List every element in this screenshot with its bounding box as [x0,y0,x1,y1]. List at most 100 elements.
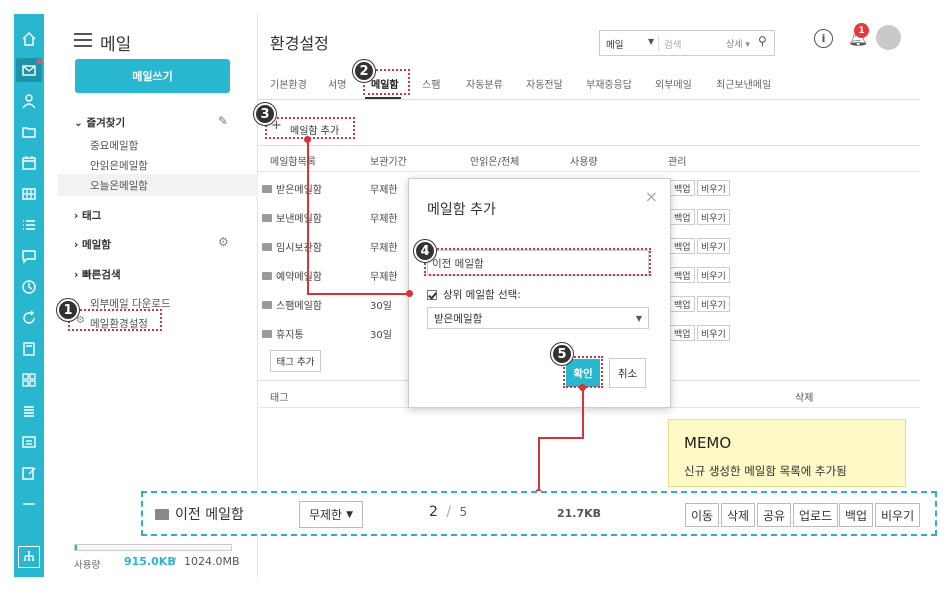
mailbox-period: 30일 [370,301,392,312]
write-mail-button[interactable]: 메일쓰기 [75,59,230,93]
toolbar-divider [258,145,920,146]
empty-button[interactable]: 비우기 [697,296,730,312]
delete-button[interactable]: 삭제 [721,503,756,527]
mailbox-name: 스팸메일함 [276,301,322,312]
edit-icon[interactable] [20,464,38,482]
backup-button[interactable]: 백업 [839,503,874,527]
mailbox-size: 21.7KB [557,507,602,520]
sidebar-item-today-highlight [58,174,258,196]
storage-total: 1024.0MB [184,555,240,568]
info-icon[interactable]: i [814,29,833,48]
count-separator: / [446,504,452,520]
backup-button[interactable]: 백업 [670,209,695,225]
memo-text: 신규 생성한 메일함 목록에 추가됨 [684,464,847,478]
sitemap-icon[interactable] [18,546,40,568]
pencil-icon[interactable]: ✎ [218,114,228,128]
step-badge-4: 4 [414,240,436,262]
share-button[interactable]: 공유 [757,503,792,527]
favorites-toggle[interactable]: ⌄ 즐겨찾기 [74,115,125,130]
empty-button[interactable]: 비우기 [697,209,730,225]
cancel-button[interactable]: 취소 [609,358,646,388]
upload-button[interactable]: 업로드 [793,503,839,527]
delete-column-header: 삭제 [795,393,814,404]
sidebar-item-today[interactable]: 오늘온메일함 [90,178,148,193]
sidebar-item-important[interactable]: 중요메일함 [90,138,138,153]
menu-icon[interactable] [74,33,92,47]
apps-icon[interactable] [20,371,38,389]
stack-icon[interactable] [20,402,38,420]
list-icon[interactable] [20,216,38,234]
tab-external-mail[interactable]: 외부메일 [655,76,692,91]
tab-basic[interactable]: 기본환경 [270,76,307,91]
storage-bar [74,544,232,551]
unread-total-count: 2 / 5 [429,504,467,520]
tab-signature[interactable]: 서명 [328,76,346,91]
backup-button[interactable]: 백업 [670,296,695,312]
mailbox-period: 무제한 [370,243,398,254]
home-icon[interactable] [20,30,38,48]
folder-icon [262,213,272,222]
search-bar: 메일 ▼ 검색 상세 ▾ ⚲ [599,30,775,56]
mailbox-toggle[interactable]: › 메일함 [74,237,111,252]
mailbox-name: 휴지통 [276,330,304,341]
close-icon[interactable]: × [645,187,658,206]
tag-column-header: 태그 [270,393,289,404]
tabs-divider [258,99,920,100]
mail-icon[interactable] [20,61,38,79]
tag-toggle[interactable]: › 태그 [74,208,101,223]
step-badge-2: 2 [353,60,375,82]
folder-icon[interactable] [20,123,38,141]
new-mailbox-name-cell: 이전 메일함 [155,504,244,524]
tab-away-reply[interactable]: 부재중응답 [586,76,632,91]
backup-button[interactable]: 백업 [670,325,695,341]
empty-button[interactable]: 비우기 [697,325,730,341]
grid-icon[interactable] [20,185,38,203]
tab-auto-sort[interactable]: 자동분류 [466,76,503,91]
col-header-usage: 사용량 [570,157,598,168]
col-header-mailbox: 메일함목록 [270,157,316,168]
search-input[interactable]: 검색 [664,37,681,51]
parent-mailbox-select[interactable]: 받은메일함 ▼ [427,307,649,329]
search-icon[interactable]: ⚲ [758,34,767,48]
connector-line [582,388,584,438]
backup-button[interactable]: 백업 [670,180,695,196]
sidebar-item-unread[interactable]: 안읽은메일함 [90,158,148,173]
folder-icon [262,271,272,280]
parent-mailbox-checkbox[interactable] [427,289,437,300]
calendar-icon[interactable] [20,154,38,172]
connector-dot [406,290,413,297]
storage-used: 915.0KB [124,555,176,568]
refresh-icon[interactable] [20,309,38,327]
empty-button[interactable]: 비우기 [697,238,730,254]
chevron-down-icon: ▼ [346,509,354,520]
move-button[interactable]: 이동 [685,503,720,527]
clock-icon[interactable] [20,278,38,296]
empty-button[interactable]: 비우기 [697,180,730,196]
add-tag-button[interactable]: 태그 추가 [270,350,321,372]
app-rail [14,14,44,577]
empty-button[interactable]: 비우기 [697,267,730,283]
search-detail-toggle[interactable]: 상세 ▾ [726,37,750,50]
folder-icon [262,300,272,309]
tab-spam[interactable]: 스팸 [422,76,440,91]
person-icon[interactable] [20,92,38,110]
add-mailbox-dialog: 메일함 추가 × 이전 메일함 상위 메일함 선택: 받은메일함 ▼ 확인 취소 [408,178,671,408]
settings-gear-icon[interactable]: ⚙ [218,235,229,249]
search-scope-select[interactable]: 메일 [606,37,623,51]
quick-search-toggle[interactable]: › 빠른검색 [74,267,121,282]
header-divider [258,171,920,172]
backup-button[interactable]: 백업 [670,267,695,283]
period-select[interactable]: 무제한 ▼ [299,501,363,528]
backup-button[interactable]: 백업 [670,238,695,254]
avatar[interactable] [876,25,901,50]
page-title: 환경설정 [270,34,329,53]
chevron-down-icon: ▼ [648,37,655,46]
tab-recent-sent[interactable]: 최근보낸메일 [716,76,771,91]
tab-auto-forward[interactable]: 자동전달 [526,76,563,91]
mailbox-period: 30일 [370,330,392,341]
board-icon[interactable] [20,433,38,451]
minus-icon[interactable] [20,495,38,513]
chat-icon[interactable] [20,247,38,265]
note-icon[interactable] [20,340,38,358]
empty-button[interactable]: 비우기 [875,503,921,527]
